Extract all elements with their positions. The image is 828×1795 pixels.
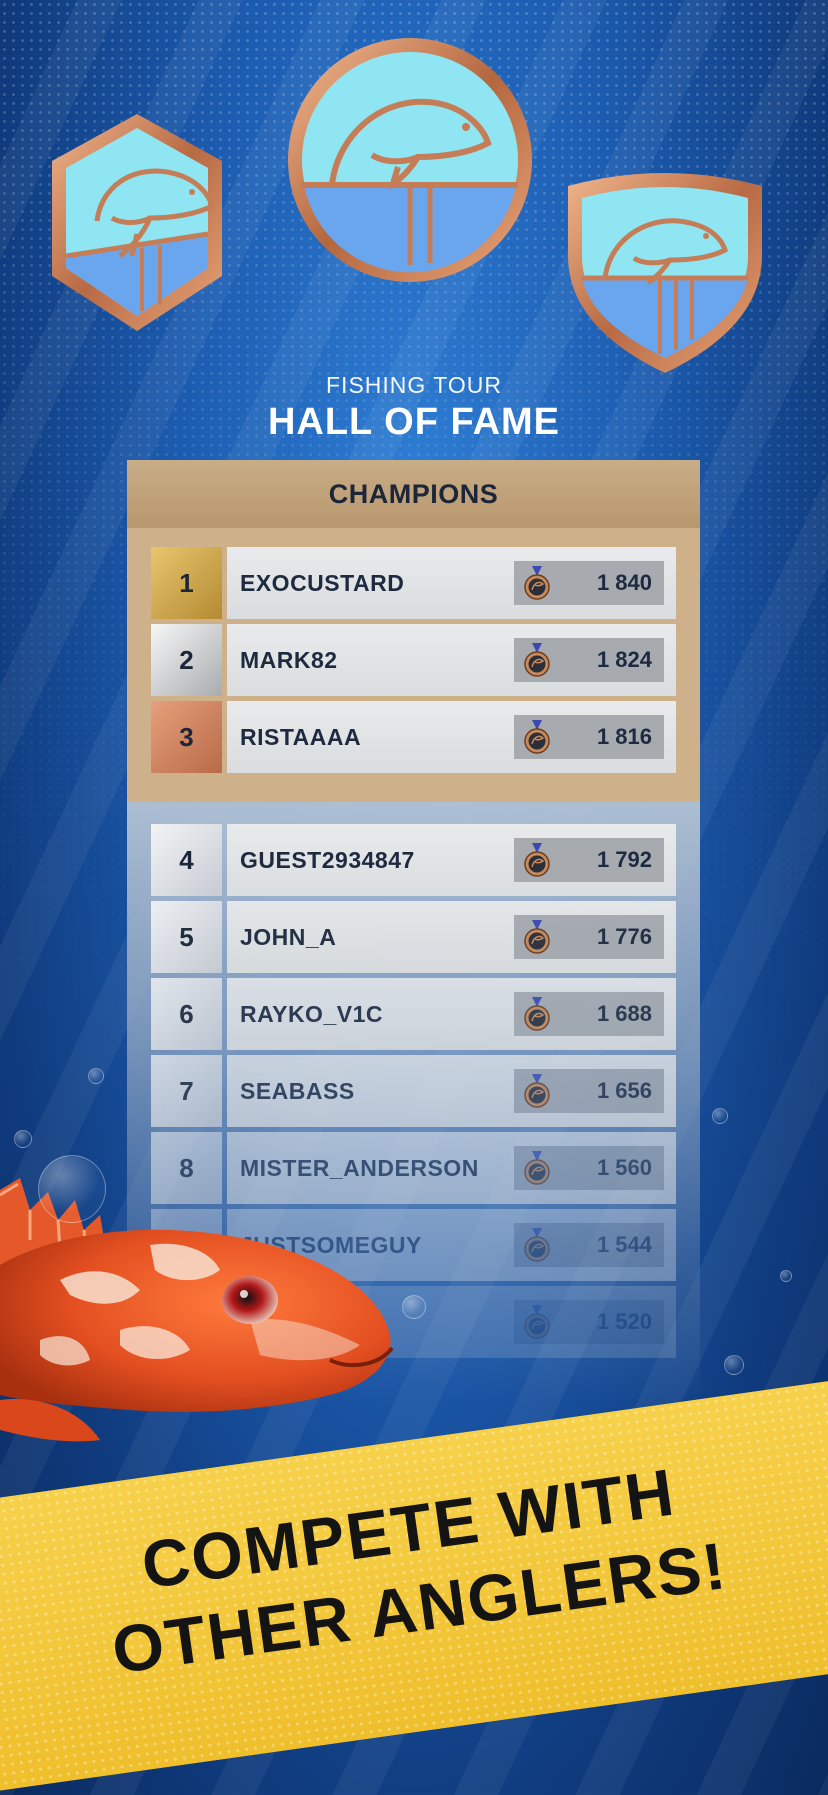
medal-icon — [524, 643, 550, 677]
leaderboard-row[interactable]: 2 MARK82 1 824 — [151, 624, 676, 696]
score-value: 1 520 — [596, 1309, 652, 1334]
bubble — [88, 1068, 104, 1084]
player-name: SEABASS — [240, 1077, 355, 1104]
score-value: 1 560 — [596, 1155, 652, 1180]
score-box: 1 824 — [514, 638, 664, 682]
rank-number: 1 — [151, 547, 222, 619]
bubble — [38, 1155, 106, 1223]
rank-number: 7 — [151, 1055, 222, 1127]
player-name: RAYKO_V1C — [240, 1000, 383, 1027]
score-box: 1 544 — [514, 1223, 664, 1267]
score-value: 1 688 — [596, 1001, 652, 1026]
score-box: 1 840 — [514, 561, 664, 605]
score-value: 1 840 — [596, 570, 652, 595]
score-box: 1 520 — [514, 1300, 664, 1344]
score-value: 1 544 — [596, 1232, 652, 1257]
rank-number: 5 — [151, 901, 222, 973]
player-cell: RAYKO_V1C 1 688 — [227, 978, 676, 1050]
leaderboard-row[interactable]: 3 RISTAAAA 1 816 — [151, 701, 676, 773]
bubble — [780, 1270, 792, 1282]
leaderboard-row[interactable]: 1 EXOCUSTARD 1 840 — [151, 547, 676, 619]
rank-number: 6 — [151, 978, 222, 1050]
title-block: FISHING TOUR HALL OF FAME — [0, 372, 828, 444]
rank-number: 2 — [151, 624, 222, 696]
player-name: EXOCUSTARD — [240, 569, 405, 596]
shield-fish-badge — [568, 173, 762, 373]
player-cell: GUEST2934847 1 792 — [227, 824, 676, 896]
player-cell: JOHN_A 1 776 — [227, 901, 676, 973]
medal-icon — [524, 997, 550, 1031]
player-name: MARK82 — [240, 646, 338, 673]
score-box: 1 792 — [514, 838, 664, 882]
player-name: GUEST2934847 — [240, 846, 415, 873]
player-cell: MARK82 1 824 — [227, 624, 676, 696]
medal-icon — [524, 1151, 550, 1185]
hexagon-fish-badge — [52, 114, 222, 331]
score-value: 1 792 — [596, 847, 652, 872]
bubble — [402, 1295, 426, 1319]
leaderboard-row[interactable]: 5 JOHN_A 1 776 — [151, 901, 676, 973]
medal-icon — [524, 920, 550, 954]
player-name: RISTAAAA — [240, 723, 362, 750]
score-box: 1 656 — [514, 1069, 664, 1113]
score-box: 1 816 — [514, 715, 664, 759]
player-cell: EXOCUSTARD 1 840 — [227, 547, 676, 619]
medal-icon — [524, 1305, 550, 1339]
score-box: 1 776 — [514, 915, 664, 959]
champions-section: 1 EXOCUSTARD 1 840 2 MARK82 1 824 3 RISTAAAA 1 8… — [127, 528, 700, 802]
medal-icon — [524, 843, 550, 877]
page-title: HALL OF FAME — [267, 401, 561, 443]
rank-number: 3 — [151, 701, 222, 773]
player-name: JOHN_A — [240, 923, 337, 950]
medal-icon — [524, 720, 550, 754]
score-value: 1 824 — [596, 647, 652, 672]
score-value: 1 776 — [596, 924, 652, 949]
rank-number: 4 — [151, 824, 222, 896]
page-subtitle: FISHING TOUR — [326, 372, 502, 398]
round-fish-badge — [288, 38, 532, 282]
leaderboard-row[interactable]: 7 SEABASS 1 656 — [151, 1055, 676, 1127]
leaderboard-row[interactable]: 6 RAYKO_V1C 1 688 — [151, 978, 676, 1050]
leaderboard-heading: CHAMPIONS — [127, 460, 700, 528]
score-box: 1 560 — [514, 1146, 664, 1190]
bubble — [14, 1130, 32, 1148]
bubble — [724, 1355, 744, 1375]
medal-icon — [524, 566, 550, 600]
score-box: 1 688 — [514, 992, 664, 1036]
score-value: 1 656 — [596, 1078, 652, 1103]
player-cell: SEABASS 1 656 — [227, 1055, 676, 1127]
player-cell: RISTAAAA 1 816 — [227, 701, 676, 773]
medal-icon — [524, 1228, 550, 1262]
score-value: 1 816 — [596, 724, 652, 749]
medal-icon — [524, 1074, 550, 1108]
leaderboard-row[interactable]: 4 GUEST2934847 1 792 — [151, 824, 676, 896]
bubble — [712, 1108, 728, 1124]
